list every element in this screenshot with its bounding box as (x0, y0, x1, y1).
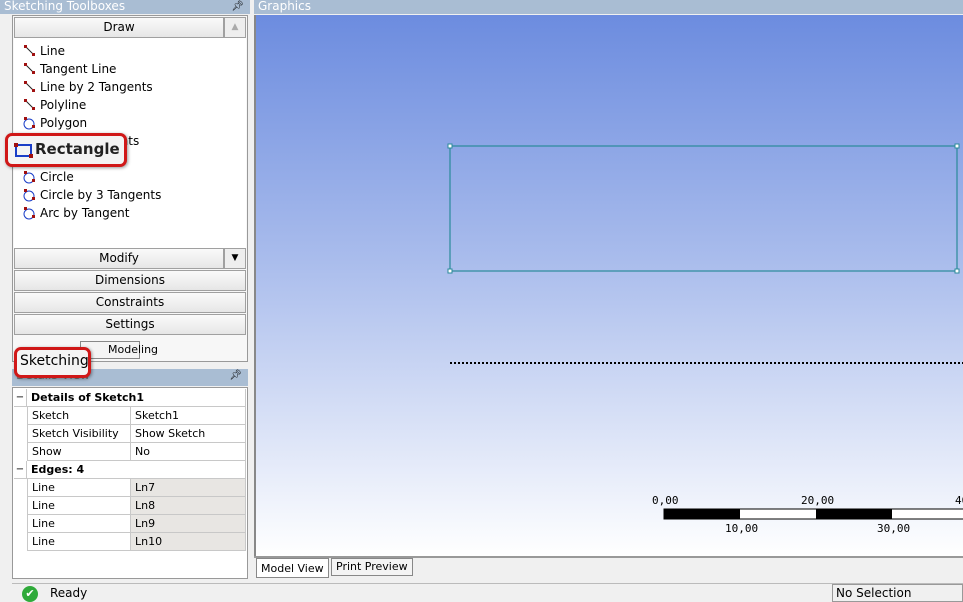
check-icon: ✔ (22, 586, 38, 602)
details-group-header: Details of Sketch1 (27, 389, 246, 407)
collapse-toggle[interactable]: − (14, 461, 27, 479)
property-name: Line (27, 515, 131, 533)
settings-section-header[interactable]: Settings (14, 314, 246, 335)
dimensions-section-header[interactable]: Dimensions (14, 270, 246, 291)
polygon-icon (23, 117, 35, 130)
draw-tool-item[interactable]: Polygon (22, 114, 87, 132)
draw-tool-item[interactable]: Polyline (22, 96, 86, 114)
property-value[interactable]: Show Sketch (131, 425, 246, 443)
draw-tool-item[interactable]: Arc by Tangent (22, 204, 129, 222)
scroll-up-button[interactable]: ▲ (224, 17, 246, 38)
details-group-header: Edges: 4 (27, 461, 246, 479)
property-value[interactable]: Ln9 (131, 515, 246, 533)
vertex-point[interactable] (954, 143, 960, 149)
vertex-point[interactable] (954, 268, 960, 274)
property-name: Line (27, 479, 131, 497)
draw-tool-label: Line by 2 Tangents (40, 80, 153, 94)
scale-label: 30,00 (877, 522, 911, 535)
status-text: Ready (50, 586, 88, 600)
modify-section-header[interactable]: Modify (14, 248, 224, 269)
toolbox-title: Sketching Toolboxes (4, 0, 126, 13)
tangent-line-icon (24, 63, 35, 74)
line-icon (24, 45, 35, 56)
status-bar (12, 583, 963, 602)
tab-sketching[interactable]: Sketching (14, 347, 91, 378)
property-value[interactable]: Ln7 (131, 479, 246, 497)
tab-sketching-label: Sketching (20, 353, 89, 369)
scale-label: 20,00 (801, 494, 835, 507)
selection-status: No Selection (832, 584, 963, 602)
scale-label: 40,00 (955, 494, 963, 507)
scale-segment (816, 509, 892, 519)
property-name: Line (27, 533, 131, 551)
tab-print-preview[interactable]: Print Preview (331, 558, 413, 576)
draw-tool-label: Polygon (40, 116, 88, 130)
property-name: Sketch (27, 407, 131, 425)
vertex-point[interactable] (447, 143, 453, 149)
scale-label: 0,00 (652, 494, 679, 507)
toolbox-title-bar: Sketching Toolboxes 📌︎ (0, 0, 250, 14)
collapse-toggle[interactable]: − (14, 389, 27, 407)
scroll-down-button[interactable]: ▼ (224, 248, 246, 269)
draw-section-header[interactable]: Draw (14, 17, 224, 38)
circle-3-tangents-icon (23, 189, 35, 202)
scale-label: 10,00 (725, 522, 759, 535)
constraints-section-header[interactable]: Constraints (14, 292, 246, 313)
pin-icon[interactable]: 📌︎ (231, 0, 244, 13)
scale-segment (664, 509, 740, 519)
tab-model-view[interactable]: Model View (256, 558, 329, 578)
rectangle-label: Rectangle (35, 140, 120, 158)
property-name: Show Constraints? (27, 443, 131, 475)
graphics-viewport[interactable]: 0,00 20,00 40,00 10,00 30,00 (254, 15, 963, 556)
draw-tool-item[interactable]: Line (22, 42, 65, 60)
draw-tool-item[interactable]: Line by 2 Tangents (22, 78, 153, 96)
property-name: Line (27, 497, 131, 515)
pin-icon[interactable]: 📌︎ (229, 369, 242, 382)
circle-icon (23, 171, 35, 184)
draw-tool-label: Tangent Line (40, 62, 117, 76)
property-value[interactable]: No (131, 443, 246, 461)
draw-tool-label: Polyline (40, 98, 87, 112)
line-2-tangents-icon (24, 81, 35, 92)
draw-tool-label: Arc by Tangent (40, 206, 130, 220)
graphics-title: Graphics (258, 0, 311, 13)
property-value[interactable]: Ln10 (131, 533, 246, 551)
draw-tool-item[interactable]: Tangent Line (22, 60, 116, 78)
draw-tool-label: Circle (40, 170, 74, 184)
draw-tool-label: Circle by 3 Tangents (40, 188, 162, 202)
arc-tangent-icon (23, 207, 35, 220)
rectangle-callout[interactable]: Rectangle (5, 133, 127, 167)
draw-tool-label: Line (40, 44, 66, 58)
property-name: Sketch Visibility (27, 425, 131, 443)
rectangle-icon (14, 143, 33, 158)
polyline-icon (24, 99, 35, 110)
graphics-title-bar: Graphics (254, 0, 963, 14)
property-value[interactable]: Ln8 (131, 497, 246, 515)
draw-tool-item[interactable]: Circle (22, 168, 74, 186)
draw-tool-item[interactable]: Circle by 3 Tangents (22, 186, 161, 204)
vertex-point[interactable] (447, 268, 453, 274)
property-value[interactable]: Sketch1 (131, 407, 246, 425)
sketch-rectangle[interactable] (449, 145, 958, 272)
